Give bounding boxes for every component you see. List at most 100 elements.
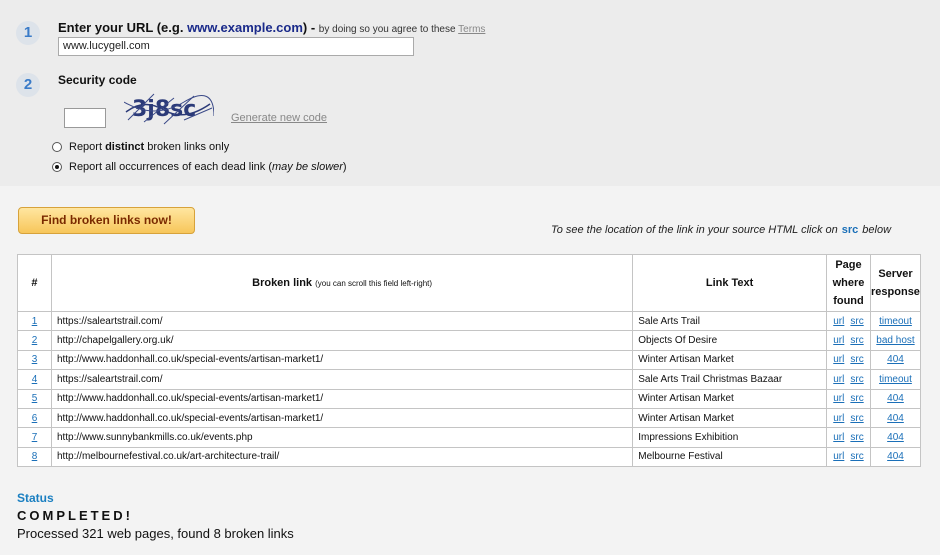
- radio-distinct-label: Report distinct broken links only: [69, 141, 230, 153]
- src-hint: To see the location of the link in your …: [551, 224, 892, 236]
- radio-all-occurrences-button[interactable]: [52, 162, 62, 172]
- server-response-link[interactable]: bad host: [876, 335, 914, 346]
- server-response-link[interactable]: 404: [887, 354, 904, 365]
- generate-new-code-link[interactable]: Generate new code: [231, 112, 327, 124]
- page-found-cell: url src: [825, 369, 871, 390]
- row-number-link[interactable]: 3: [32, 354, 38, 365]
- row-number-link[interactable]: 8: [32, 451, 38, 462]
- table-row: 1 https://saleartstrail.com/Sale Arts Tra…: [17, 310, 922, 332]
- row-number-cell: 3: [17, 349, 52, 371]
- link-text-cell: Winter Artisan Market: [632, 388, 827, 409]
- link-text-cell: Winter Artisan Market: [632, 349, 827, 371]
- page-url-link[interactable]: url: [833, 432, 844, 443]
- page-found-cell: url src: [825, 349, 871, 371]
- status-summary: Processed 321 web pages, found 8 broken …: [17, 526, 294, 541]
- server-response-cell: bad host: [869, 330, 922, 351]
- header-num: #: [17, 254, 52, 312]
- link-text-cell: Sale Arts Trail Christmas Bazaar: [632, 369, 827, 390]
- table-row: 5 http://www.haddonhall.co.uk/special-eve…: [17, 388, 922, 409]
- page-src-link[interactable]: src: [850, 354, 863, 365]
- url-label: Enter your URL (e.g. www.example.com) - …: [58, 20, 485, 35]
- page-found-cell: url src: [825, 427, 871, 448]
- page-src-link[interactable]: src: [850, 413, 863, 424]
- row-number-link[interactable]: 6: [32, 413, 38, 424]
- page-src-link[interactable]: src: [850, 393, 863, 404]
- header-broken-link: Broken link (you can scroll this field l…: [50, 254, 634, 312]
- server-response-link[interactable]: 404: [887, 432, 904, 443]
- page-src-link[interactable]: src: [850, 432, 863, 443]
- table-header-row: # Broken link (you can scroll this field…: [17, 254, 922, 312]
- row-number-link[interactable]: 7: [32, 432, 38, 443]
- page-url-link[interactable]: url: [833, 335, 844, 346]
- row-number-cell: 8: [17, 446, 52, 468]
- link-text-cell: Winter Artisan Market: [632, 407, 827, 429]
- header-page-found: Page where found: [825, 254, 871, 312]
- broken-link-cell: http://www.haddonhall.co.uk/special-even…: [50, 349, 634, 371]
- server-response-cell: 404: [869, 427, 922, 448]
- server-response-cell: 404: [869, 446, 922, 468]
- page-url-link[interactable]: url: [833, 316, 844, 327]
- broken-link-cell: http://www.sunnybankmills.co.uk/events.p…: [50, 427, 634, 448]
- broken-link-cell: https://saleartstrail.com/: [50, 369, 634, 390]
- page-src-link[interactable]: src: [850, 374, 863, 385]
- table-row: 7 http://www.sunnybankmills.co.uk/events.…: [17, 427, 922, 448]
- page-src-link[interactable]: src: [850, 451, 863, 462]
- link-text-cell: Sale Arts Trail: [632, 310, 827, 332]
- row-number-cell: 4: [17, 369, 52, 390]
- broken-link-cell: http://chapelgallery.org.uk/: [50, 330, 634, 351]
- broken-link-cell: http://www.haddonhall.co.uk/special-even…: [50, 388, 634, 409]
- broken-link-cell: https://saleartstrail.com/: [50, 310, 634, 332]
- server-response-link[interactable]: 404: [887, 413, 904, 424]
- page-found-cell: url src: [825, 330, 871, 351]
- url-note: by doing so you agree to these: [318, 24, 459, 35]
- captcha-image: 3j8sc: [124, 93, 214, 125]
- header-link-text: Link Text: [632, 254, 827, 312]
- page-found-cell: url src: [825, 407, 871, 429]
- table-row: 3 http://www.haddonhall.co.uk/special-eve…: [17, 349, 922, 371]
- page-url-link[interactable]: url: [833, 354, 844, 365]
- url-input[interactable]: www.lucygell.com: [58, 37, 414, 56]
- server-response-link[interactable]: timeout: [879, 316, 912, 327]
- row-number-link[interactable]: 2: [32, 335, 38, 346]
- row-number-cell: 1: [17, 310, 52, 332]
- server-response-cell: timeout: [869, 369, 922, 390]
- server-response-cell: 404: [869, 349, 922, 371]
- url-label-end: ) -: [302, 20, 319, 35]
- link-text-cell: Melbourne Festival: [632, 446, 827, 468]
- page-url-link[interactable]: url: [833, 393, 844, 404]
- server-response-link[interactable]: 404: [887, 393, 904, 404]
- radio-distinct-button[interactable]: [52, 142, 62, 152]
- security-code-input[interactable]: [64, 108, 106, 128]
- status-completed: COMPLETED!: [17, 508, 133, 523]
- page-url-link[interactable]: url: [833, 374, 844, 385]
- page-src-link[interactable]: src: [850, 335, 863, 346]
- page-found-cell: url src: [825, 446, 871, 468]
- broken-link-cell: http://www.haddonhall.co.uk/special-even…: [50, 407, 634, 429]
- radio-distinct[interactable]: Report distinct broken links only: [52, 141, 229, 153]
- link-text-cell: Objects Of Desire: [632, 330, 827, 351]
- url-label-text: Enter your URL (e.g.: [58, 20, 188, 35]
- row-number-cell: 2: [17, 330, 52, 351]
- input-panel: 1 Enter your URL (e.g. www.example.com) …: [0, 0, 940, 186]
- table-row: 6 http://www.haddonhall.co.uk/special-eve…: [17, 407, 922, 429]
- page-src-link[interactable]: src: [850, 316, 863, 327]
- page-found-cell: url src: [825, 388, 871, 409]
- radio-all-occurrences-label: Report all occurrences of each dead link…: [69, 161, 347, 173]
- server-response-link[interactable]: timeout: [879, 374, 912, 385]
- security-code-label: Security code: [58, 73, 137, 87]
- table-row: 2 http://chapelgallery.org.uk/Objects Of …: [17, 330, 922, 351]
- server-response-link[interactable]: 404: [887, 451, 904, 462]
- server-response-cell: 404: [869, 388, 922, 409]
- table-row: 8 http://melbournefestival.co.uk/art-arch…: [17, 446, 922, 468]
- header-server-response: Server response: [869, 254, 922, 312]
- row-number-link[interactable]: 1: [32, 316, 38, 327]
- server-response-cell: timeout: [869, 310, 922, 332]
- row-number-link[interactable]: 4: [32, 374, 38, 385]
- find-broken-links-button[interactable]: Find broken links now!: [18, 207, 195, 234]
- broken-link-cell: http://melbournefestival.co.uk/art-archi…: [50, 446, 634, 468]
- radio-all-occurrences[interactable]: Report all occurrences of each dead link…: [52, 161, 347, 173]
- page-url-link[interactable]: url: [833, 413, 844, 424]
- terms-link[interactable]: Terms: [458, 24, 485, 35]
- row-number-link[interactable]: 5: [32, 393, 38, 404]
- page-url-link[interactable]: url: [833, 451, 844, 462]
